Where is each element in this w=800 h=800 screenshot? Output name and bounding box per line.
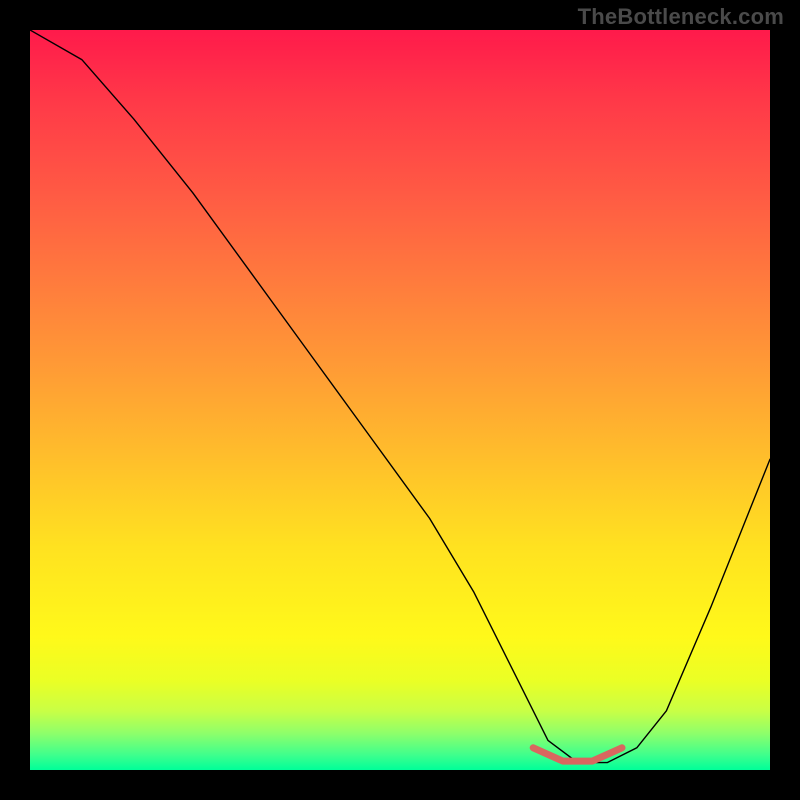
watermark-text: TheBottleneck.com <box>578 4 784 30</box>
optimal-range-highlight <box>533 748 622 761</box>
chart-frame: TheBottleneck.com <box>0 0 800 800</box>
bottleneck-curve <box>30 30 770 763</box>
plot-area <box>30 30 770 770</box>
curve-svg <box>30 30 770 770</box>
